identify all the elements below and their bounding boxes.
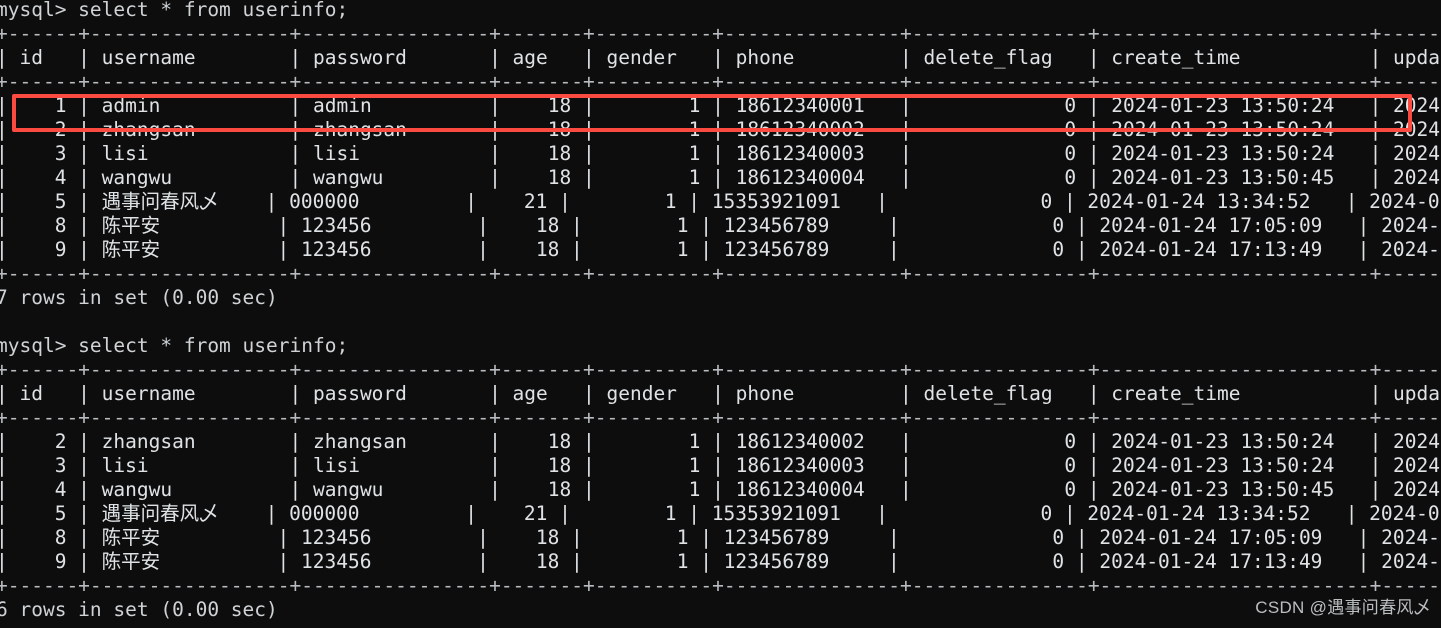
table-row: | 3 | lisi | lisi | 18 | 1 | 18612340003… xyxy=(0,142,1441,166)
result-line: 6 rows in set (0.00 sec) xyxy=(0,598,1441,622)
table-row: | 8 | 陈平安 | 123456 | 18 | 1 | 123456789 … xyxy=(0,526,1441,550)
table-header-row: | id | username | password | age | gende… xyxy=(0,382,1441,406)
table-row: | 2 | zhangsan | zhangsan | 18 | 1 | 186… xyxy=(0,118,1441,142)
table-rule: +------+-----------------+--------------… xyxy=(0,70,1441,94)
table-rule: +------+-----------------+--------------… xyxy=(0,262,1441,286)
result-line: 7 rows in set (0.00 sec) xyxy=(0,286,1441,310)
table-rule: +------+-----------------+--------------… xyxy=(0,358,1441,382)
table-rule: +------+-----------------+--------------… xyxy=(0,574,1441,598)
command-line: mysql> select * from userinfo; xyxy=(0,0,1441,22)
terminal-output: mysql> select * from userinfo;+------+--… xyxy=(0,0,1441,622)
command-line: mysql> select * from userinfo; xyxy=(0,334,1441,358)
table-rule: +------+-----------------+--------------… xyxy=(0,22,1441,46)
blank-line xyxy=(0,310,1441,334)
table-row: | 8 | 陈平安 | 123456 | 18 | 1 | 123456789 … xyxy=(0,214,1441,238)
csdn-watermark: CSDN @遇事问春风乄 xyxy=(1255,596,1431,620)
table-row: | 2 | zhangsan | zhangsan | 18 | 1 | 186… xyxy=(0,430,1441,454)
table-row: | 1 | admin | admin | 18 | 1 | 186123400… xyxy=(0,94,1441,118)
table-row: | 4 | wangwu | wangwu | 18 | 1 | 1861234… xyxy=(0,478,1441,502)
table-row: | 4 | wangwu | wangwu | 18 | 1 | 1861234… xyxy=(0,166,1441,190)
table-row: | 9 | 陈平安 | 123456 | 18 | 1 | 123456789 … xyxy=(0,550,1441,574)
table-row: | 9 | 陈平安 | 123456 | 18 | 1 | 123456789 … xyxy=(0,238,1441,262)
table-row: | 5 | 遇事问春风乄 | 000000 | 21 | 1 | 1535392… xyxy=(0,190,1441,214)
table-row: | 3 | lisi | lisi | 18 | 1 | 18612340003… xyxy=(0,454,1441,478)
table-rule: +------+-----------------+--------------… xyxy=(0,406,1441,430)
table-row: | 5 | 遇事问春风乄 | 000000 | 21 | 1 | 1535392… xyxy=(0,502,1441,526)
table-header-row: | id | username | password | age | gende… xyxy=(0,46,1441,70)
terminal-window[interactable]: mysql> select * from userinfo;+------+--… xyxy=(0,0,1441,628)
